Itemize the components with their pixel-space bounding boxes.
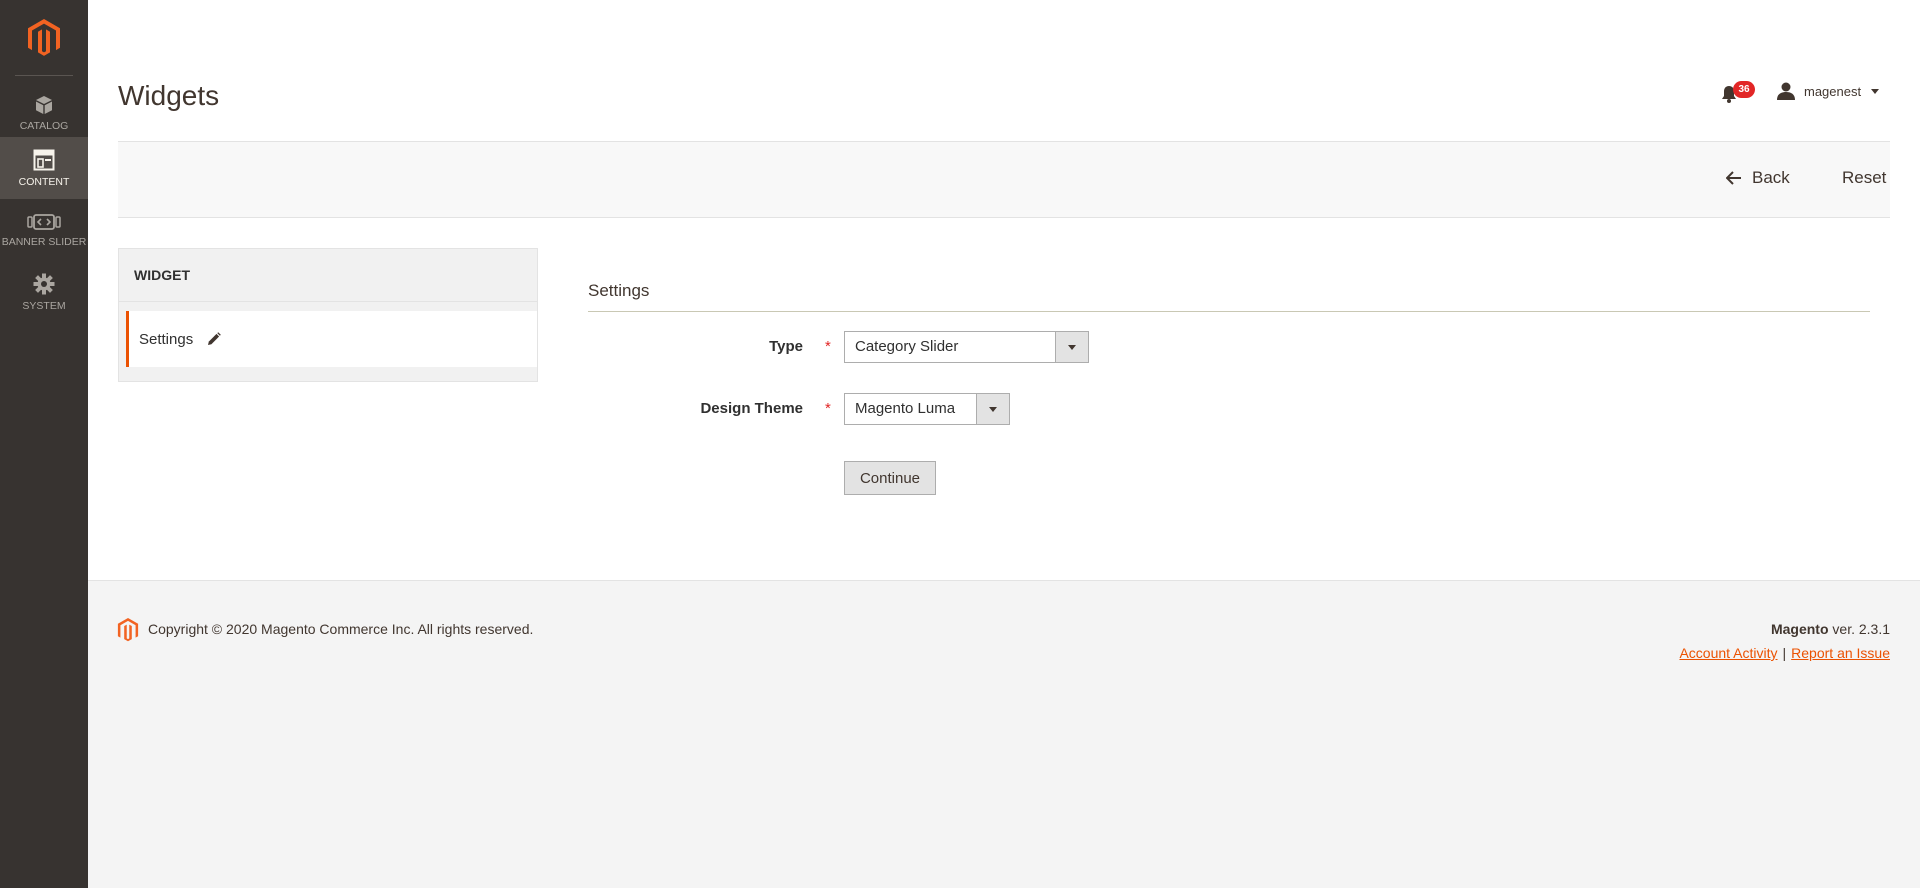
continue-button[interactable]: Continue — [844, 461, 936, 495]
tab-label: Settings — [139, 330, 194, 348]
magento-logo[interactable] — [0, 0, 88, 75]
sidebar-item-banner-slider[interactable]: BANNER SLIDER — [0, 199, 88, 261]
chevron-down-icon — [989, 406, 997, 412]
notifications-count-badge: 36 — [1733, 81, 1755, 98]
account-activity-link[interactable]: Account Activity — [1679, 645, 1777, 661]
sidebar-item-system[interactable]: SYSTEM — [0, 261, 88, 323]
design-theme-label: Design Theme — [700, 400, 803, 417]
sidebar-item-content[interactable]: CONTENT — [0, 137, 88, 199]
banner-slider-icon — [27, 213, 61, 230]
design-theme-select-value: Magento Luma — [855, 400, 956, 417]
type-select[interactable]: Category Slider — [844, 331, 1089, 363]
footer-links: Account Activity | Report an Issue — [1679, 645, 1890, 661]
logo-divider — [15, 75, 73, 76]
type-label: Type — [769, 338, 803, 355]
magento-footer-logo-icon — [117, 618, 139, 642]
sidebar-item-label: CONTENT — [18, 175, 70, 188]
select-toggle — [976, 394, 1009, 424]
page-title: Widgets — [118, 80, 220, 111]
required-asterisk: * — [825, 338, 831, 355]
user-menu[interactable]: magenest — [1776, 82, 1880, 100]
back-button[interactable]: Back — [1726, 168, 1790, 188]
magento-logo-icon — [28, 18, 60, 56]
select-toggle — [1055, 332, 1088, 362]
sidebar-item-label: BANNER SLIDER — [1, 235, 87, 248]
back-label: Back — [1752, 168, 1790, 187]
type-field-row: Type * Category Slider — [588, 331, 1288, 363]
user-icon — [1777, 82, 1795, 100]
admin-sidebar: CATALOG CONTENT BANNER SLIDER SYSTEM — [0, 0, 88, 888]
gear-icon — [33, 273, 55, 294]
widget-tabs-panel: WIDGET Settings — [118, 248, 538, 382]
link-separator: | — [1782, 645, 1787, 661]
user-name: magenest — [1804, 83, 1862, 99]
section-title: Settings — [588, 281, 650, 300]
tab-settings[interactable]: Settings — [126, 311, 537, 367]
page-actions-bar: Back Reset — [118, 141, 1890, 218]
sidebar-item-label: SYSTEM — [22, 299, 66, 312]
chevron-down-icon — [1068, 344, 1076, 350]
pencil-icon — [208, 332, 222, 345]
version-info: Magento ver. 2.3.1 — [1771, 621, 1890, 637]
type-select-value: Category Slider — [855, 338, 959, 355]
catalog-icon — [36, 95, 52, 114]
tabs-heading: WIDGET — [119, 249, 537, 302]
arrow-left-icon — [1726, 171, 1741, 185]
design-theme-select[interactable]: Magento Luma — [844, 393, 1010, 425]
section-divider — [588, 311, 1870, 312]
chevron-down-icon — [1871, 88, 1880, 94]
copyright-text: Copyright © 2020 Magento Commerce Inc. A… — [148, 621, 534, 637]
content-icon — [33, 149, 55, 170]
main-content: Widgets 36 magenest Back Reset WIDGET Se… — [88, 0, 1920, 581]
brand-name: Magento — [1770, 621, 1829, 637]
version-number: ver. 2.3.1 — [1832, 621, 1890, 637]
sidebar-item-catalog[interactable]: CATALOG — [0, 82, 88, 144]
required-asterisk: * — [825, 400, 831, 417]
report-issue-link[interactable]: Report an Issue — [1791, 645, 1890, 661]
reset-button[interactable]: Reset — [1842, 168, 1886, 188]
sidebar-item-label: CATALOG — [19, 119, 69, 132]
design-theme-field-row: Design Theme * Magento Luma — [588, 393, 1288, 425]
